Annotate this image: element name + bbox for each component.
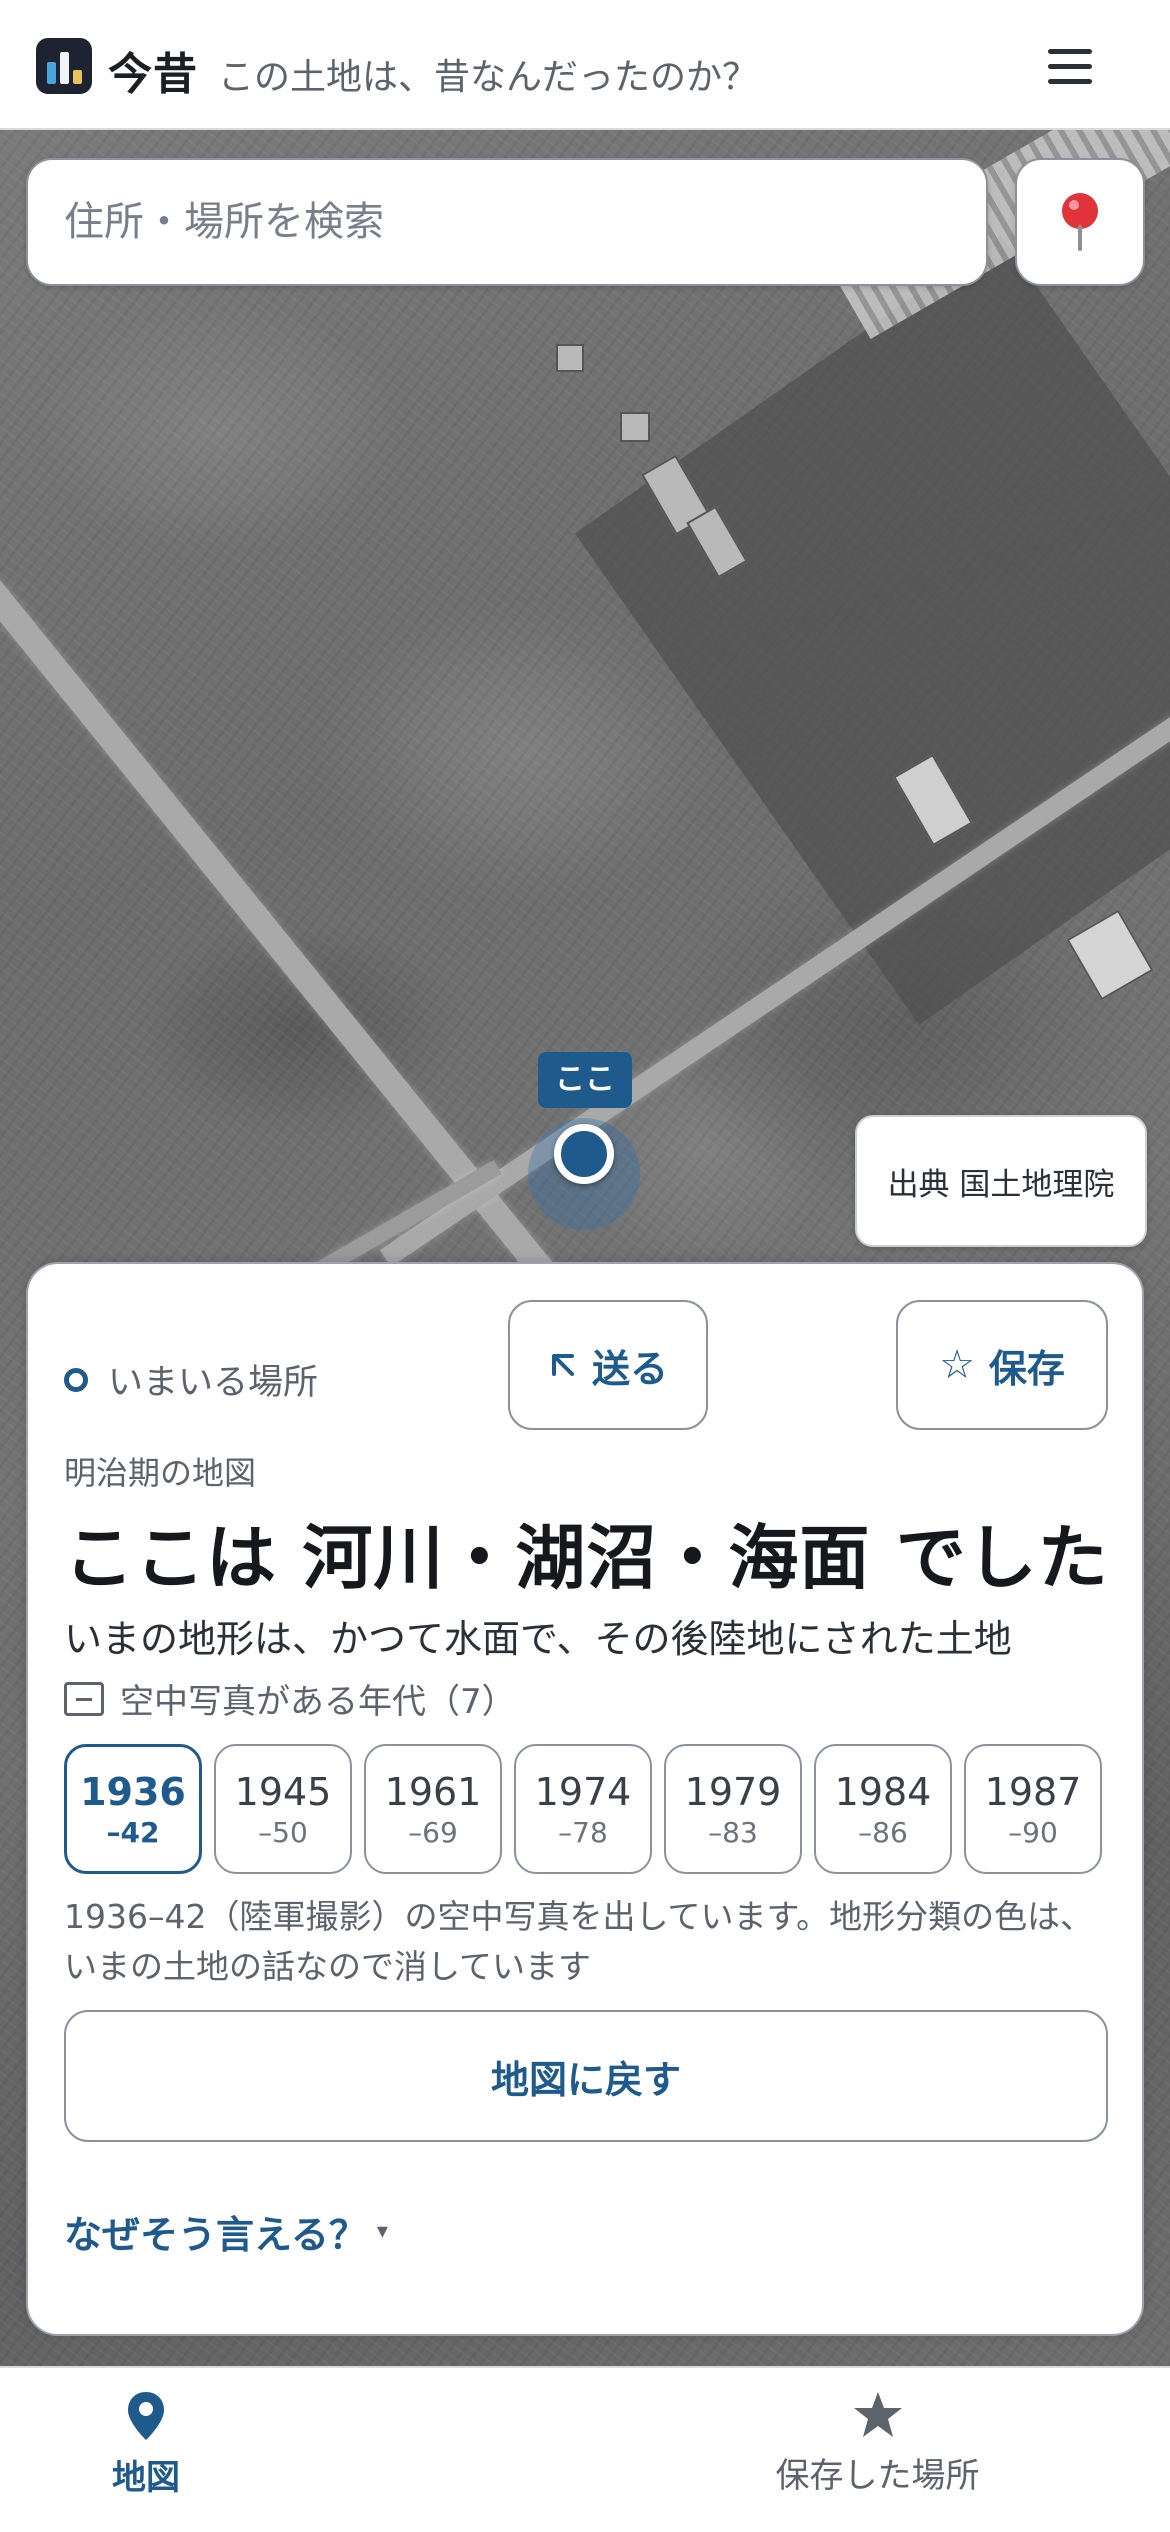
location-ring-icon [64, 1367, 88, 1392]
collapse-box-icon[interactable] [64, 1681, 104, 1716]
send-button[interactable]: 送る [508, 1300, 708, 1430]
map-pin-icon [1062, 193, 1098, 251]
year-chip-range: –90 [1008, 1815, 1058, 1849]
caret-down-icon: ▾ [376, 2219, 388, 2244]
app-tagline: この土地は、昔なんだったのか？ [218, 57, 759, 98]
year-chip-range: –78 [558, 1815, 608, 1849]
app-logo-icon [36, 38, 92, 94]
year-chip-year: 1945 [234, 1769, 332, 1814]
year-chip-year: 1961 [384, 1769, 482, 1814]
save-button[interactable]: ☆ 保存 [896, 1300, 1108, 1430]
star-outline-icon: ☆ [939, 1342, 975, 1388]
send-button-label: 送る [591, 1346, 668, 1391]
year-chip-1974[interactable]: 1974 –78 [514, 1744, 652, 1874]
year-chip-year: 1936 [80, 1769, 186, 1814]
current-location-label: ここ [538, 1052, 632, 1108]
year-chip-range: –42 [106, 1815, 160, 1849]
year-chip-year: 1979 [684, 1769, 782, 1814]
arrow-up-left-icon [551, 1354, 574, 1376]
aerial-photo-years-header: 空中写真がある年代（7） [64, 1674, 516, 1723]
year-chip-1984[interactable]: 1984 –86 [814, 1744, 952, 1874]
why-explanation-label: なぜそう言える？ [64, 2213, 367, 2257]
nav-tab-map-label: 地図 [112, 2458, 180, 2498]
aerial-photo-note: 1936–42（陸軍撮影）の空中写真を出しています。地形分類の色は、いまの土地の… [64, 1897, 1094, 1986]
why-explanation-toggle[interactable]: なぜそう言える？ ▾ [64, 2204, 388, 2259]
year-chip-range: –86 [858, 1815, 908, 1849]
period-label: 明治期の地図 [64, 1454, 257, 1492]
land-history-headline: ここは 河川・湖沼・海面 でした [64, 1517, 1109, 1599]
year-chip-range: –83 [708, 1815, 758, 1849]
year-selector: 1936 –42 1945 –50 1961 –69 1974 –78 1979… [64, 1744, 1102, 1874]
current-location-row: いまいる場所 [64, 1354, 318, 1405]
app-header: 今昔 この土地は、昔なんだったのか？ [0, 0, 1170, 130]
year-chip-range: –69 [408, 1815, 458, 1849]
bottom-navigation: 地図 保存した場所 [0, 2366, 1170, 2532]
save-button-label: 保存 [988, 1346, 1065, 1391]
land-description: いまの地形は、かつて水面で、その後陸地にされた土地 [64, 1617, 1012, 1661]
year-chip-year: 1987 [984, 1769, 1082, 1814]
search-input[interactable] [64, 199, 986, 245]
map-marker-icon [128, 2392, 164, 2440]
year-chip-1961[interactable]: 1961 –69 [364, 1744, 502, 1874]
back-to-map-label: 地図に戻す [490, 2057, 681, 2102]
year-chip-range: –50 [258, 1815, 308, 1849]
year-chip-1987[interactable]: 1987 –90 [964, 1744, 1102, 1874]
back-to-map-button[interactable]: 地図に戻す [64, 2010, 1108, 2142]
app-name: 今昔 [108, 49, 198, 100]
current-location-marker[interactable] [554, 1124, 614, 1184]
hamburger-menu-icon[interactable] [1040, 38, 1100, 94]
year-chip-1979[interactable]: 1979 –83 [664, 1744, 802, 1874]
year-chip-1936[interactable]: 1936 –42 [64, 1744, 202, 1874]
nav-tab-saved[interactable]: 保存した場所 [585, 2368, 1170, 2532]
location-info-card: いまいる場所 送る ☆ 保存 明治期の地図 ここは 河川・湖沼・海面 でした い… [26, 1262, 1144, 2336]
nav-tab-saved-label: 保存した場所 [775, 2456, 980, 2496]
year-chip-year: 1984 [834, 1769, 932, 1814]
year-chip-year: 1974 [534, 1769, 632, 1814]
search-bar[interactable] [26, 158, 988, 286]
nav-tab-map[interactable]: 地図 [0, 2368, 585, 2532]
star-filled-icon [853, 2392, 902, 2437]
map-attribution[interactable]: 出典 国土地理院 [855, 1115, 1147, 1247]
current-location-text: いまいる場所 [108, 1363, 319, 1403]
aerial-photo-years-label: 空中写真がある年代（7） [120, 1682, 516, 1722]
locate-button[interactable] [1015, 158, 1145, 286]
year-chip-1945[interactable]: 1945 –50 [214, 1744, 352, 1874]
